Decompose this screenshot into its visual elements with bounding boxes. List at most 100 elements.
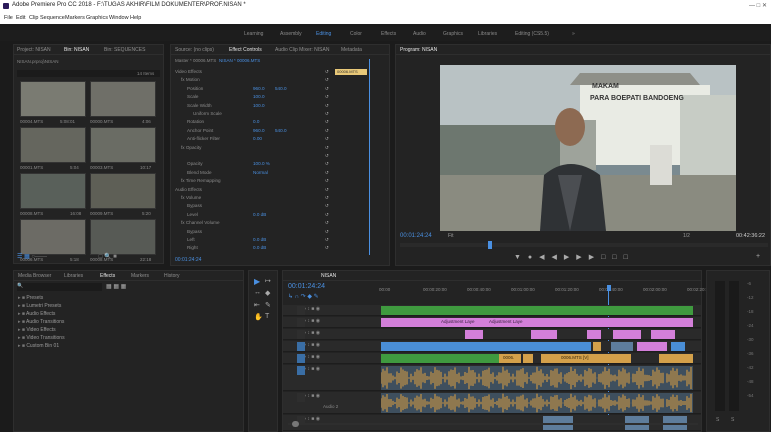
workspace-effects[interactable]: Effects [381,31,396,37]
audio-clip-waveform[interactable] [380,366,693,390]
reset-icon[interactable]: ↺ [325,220,329,226]
workspace-libraries[interactable]: Libraries [478,31,497,37]
track-header-controls[interactable]: ● ↕ ■ ◉ [303,393,373,413]
track-target-toggle[interactable] [297,393,305,402]
timeline-clip[interactable] [465,330,483,339]
workspace-graphics[interactable]: Graphics [443,31,463,37]
effect-value[interactable]: 0.0 [253,119,259,124]
effects-folder[interactable]: ▸ ■ Audio Effects [18,311,55,317]
audio-clip-waveform[interactable] [380,393,693,413]
effects-folder[interactable]: ▸ ■ Presets [18,295,43,301]
clip-thumbnail[interactable] [20,81,86,117]
ec-playhead[interactable] [369,59,370,255]
track-header-controls[interactable]: ● ↕ ■ ◉ [303,354,373,363]
reset-icon[interactable]: ↺ [325,119,329,125]
timeline-clip[interactable] [611,342,633,351]
tab-media-browser[interactable]: Media Browser [18,273,51,279]
pen-tool-icon[interactable]: ✎ [265,301,271,309]
timeline-timecode[interactable]: 00:01:24:24 [288,283,325,290]
reset-icon[interactable]: ↺ [325,145,329,151]
timeline-clip[interactable] [523,354,533,363]
timeline-track[interactable]: ● ↕ ■ ◉ 0006. 0006.MTS [V] [283,353,701,364]
effect-value-2[interactable]: 540.0 [275,86,287,91]
program-playhead[interactable] [488,241,492,249]
reset-icon[interactable]: ↺ [325,170,329,176]
timeline-clip[interactable] [651,330,675,339]
effect-value[interactable]: 100.0 [253,103,265,108]
track-header-controls[interactable]: ● ↕ ■ ◉ [303,342,373,351]
timeline-track[interactable]: ● ↕ ■ ◉ [283,365,701,391]
timeline-ruler[interactable]: 00:00 00:00:20:00 00:00:40:00 00:01:00:00 00… [379,285,711,297]
effect-value-2[interactable]: 540.0 [275,128,287,133]
workspace-audio[interactable]: Audio [413,31,426,37]
icon-view-icon[interactable]: ▦ [24,254,30,260]
reset-icon[interactable]: ↺ [325,187,329,193]
timeline-clip[interactable] [587,330,601,339]
effect-value[interactable]: 960.0 [253,86,265,91]
timeline-clip[interactable] [613,330,641,339]
timeline-clip[interactable] [531,330,557,339]
menu-sequence[interactable]: Sequence [40,15,65,21]
window-controls[interactable]: — □ ✕ [749,2,767,9]
effects-search-input[interactable]: 🔍 [17,283,102,291]
effect-value[interactable]: 0.0 dB [253,212,266,217]
track-select-tool-icon[interactable]: ↦ [265,277,271,285]
effect-value[interactable]: Normal [253,170,268,175]
reset-icon[interactable]: ↺ [325,161,329,167]
timeline-clip[interactable] [593,342,601,351]
effects-folder[interactable]: ▸ ■ Audio Transitions [18,319,64,325]
workspace-editing[interactable]: Editing [316,31,331,37]
reset-icon[interactable]: ↺ [325,212,329,218]
solo-right[interactable]: S [731,417,734,423]
effect-value[interactable]: 100.0 [253,94,265,99]
reset-icon[interactable]: ↺ [325,111,329,117]
tab-metadata[interactable]: Metadata [341,47,362,53]
reset-icon[interactable]: ↺ [325,203,329,209]
effect-value[interactable]: 0.0 dB [253,237,266,242]
resolution-select[interactable]: 1/2 [683,233,690,239]
track-header-controls[interactable]: ● ↕ ■ ◉ [303,330,373,339]
menu-window[interactable]: Window [109,15,129,21]
menu-graphics[interactable]: Graphics [86,15,108,21]
clip-thumbnail[interactable] [20,219,86,255]
selection-tool-icon[interactable]: ▶ [254,277,260,286]
reset-icon[interactable]: ↺ [325,69,329,75]
slip-tool-icon[interactable]: ⇤ [254,301,260,309]
clip-thumbnail[interactable] [90,81,156,117]
timeline-track[interactable]: ● ↕ ■ ◉ Audio 2 [283,392,701,414]
tab-sequence-nisan[interactable]: NISAN [321,273,336,279]
effects-folder[interactable]: ▸ ■ Video Effects [18,327,56,333]
workspace-color[interactable]: Color [350,31,362,37]
workspace-learning[interactable]: Learning [244,31,263,37]
timeline-track[interactable]: ● ↕ ■ ◉ [283,305,701,316]
track-header-controls[interactable]: ● ↕ ■ ◉ [303,306,373,315]
menu-clip[interactable]: Clip [29,15,38,21]
track-header-controls[interactable]: ● ↕ ■ ◉ [303,366,373,390]
tab-project[interactable]: Project: NISAN [17,47,51,53]
master-clip-label[interactable]: Master * 00006.MTS [175,58,216,63]
tab-program[interactable]: Program: NISAN [400,47,437,53]
track-target-toggle[interactable] [297,366,305,375]
reset-icon[interactable]: ↺ [325,103,329,109]
transport-controls[interactable]: ▼●◀◀▶▶▶□□□ [514,253,635,261]
timeline-track[interactable]: ● ↕ ■ ◉ Adjustment Laye Adjustment Laye [283,317,701,328]
workspace-assembly[interactable]: Assembly [280,31,302,37]
effects-folder[interactable]: ▸ ■ Custom Bin 01 [18,343,59,349]
ripple-edit-tool-icon[interactable]: ↔ [254,289,261,296]
timeline-clip[interactable] [381,306,693,315]
reset-icon[interactable]: ↺ [325,136,329,142]
tab-bin-nisan[interactable]: Bin: NISAN [64,47,89,53]
clip-thumbnail[interactable] [90,173,156,209]
program-scrubber[interactable] [400,243,768,247]
effect-value[interactable]: 0.0 dB [253,245,266,250]
add-button-icon[interactable]: + [756,253,760,260]
effects-folder[interactable]: ▸ ■ Video Transitions [18,335,65,341]
reset-icon[interactable]: ↺ [325,195,329,201]
tab-effect-controls[interactable]: Effect Controls [229,47,262,53]
effect-row[interactable]: Right 0.0 dB ↺ [175,245,330,254]
type-tool-icon[interactable]: T [265,313,269,320]
timeline-clip[interactable] [671,342,685,351]
track-target-toggle[interactable] [297,354,305,363]
tab-audio-clip-mixer[interactable]: Audio Clip Mixer: NISAN [275,47,329,53]
effects-filter-icon[interactable]: ▦ ▦ ▦ [106,283,126,290]
